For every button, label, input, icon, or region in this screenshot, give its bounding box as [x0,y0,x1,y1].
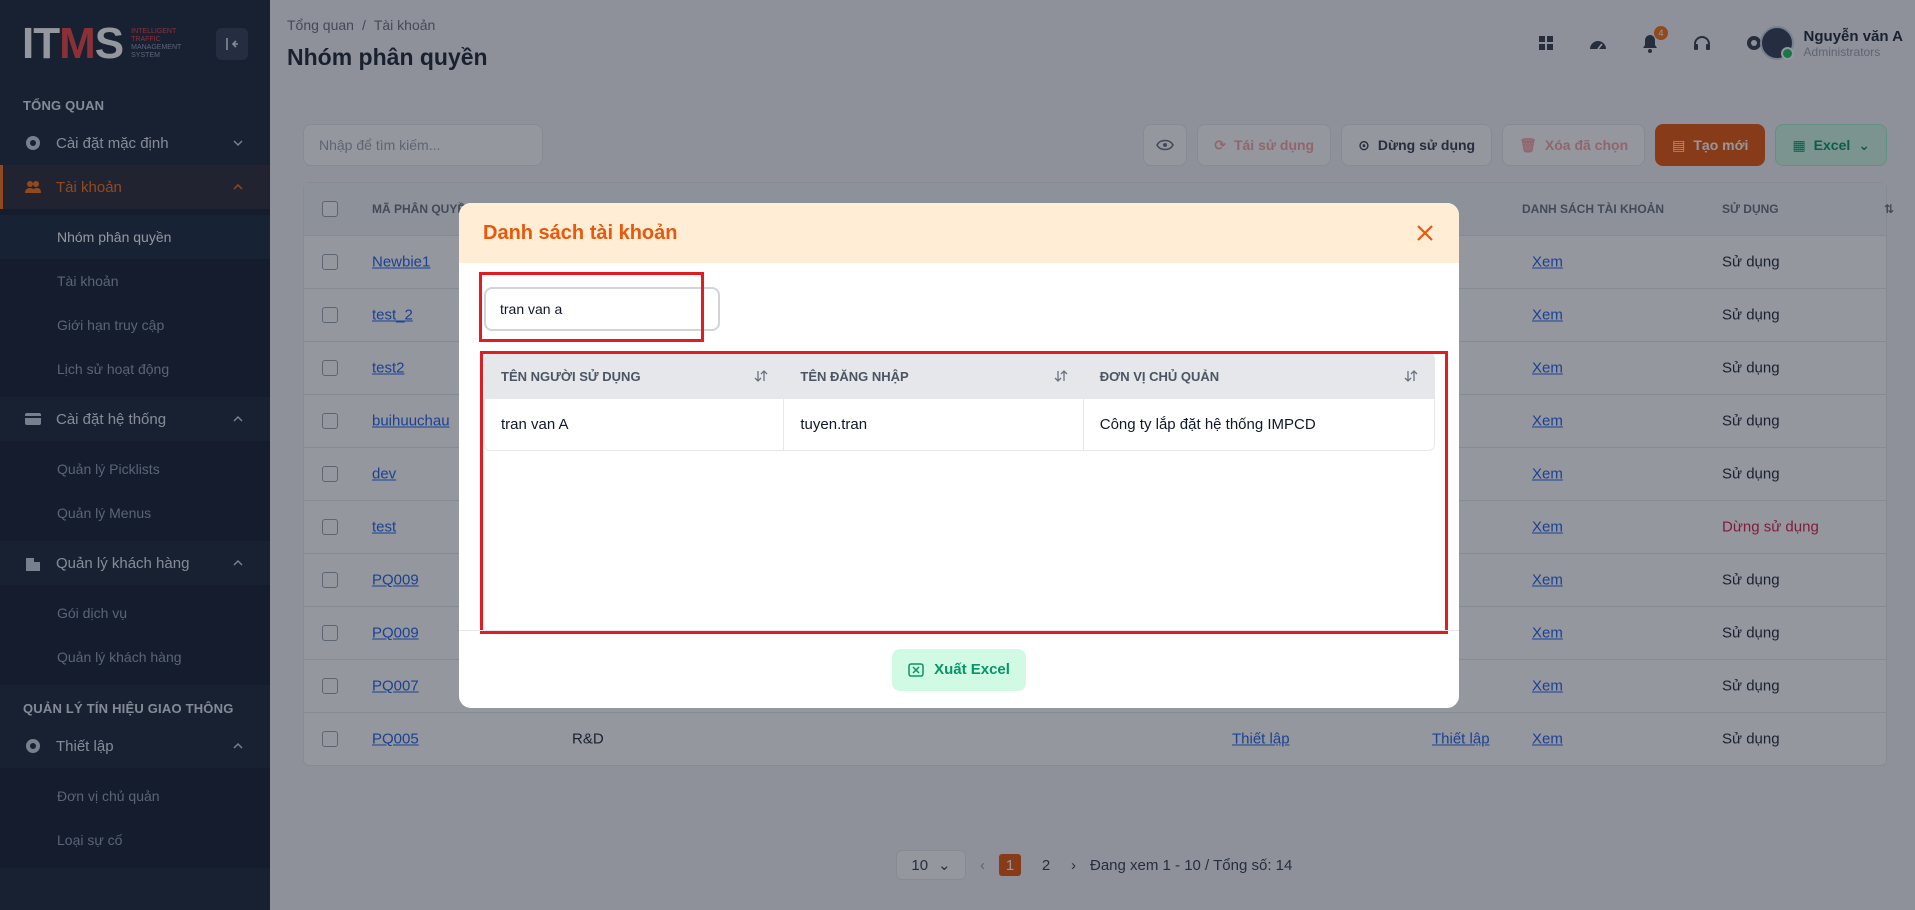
modal-header: Danh sách tài khoản [459,203,1459,263]
cell-full-name: tran van A [485,399,785,450]
column-header-unit[interactable]: ĐƠN VỊ CHỦ QUẢN [1084,354,1434,398]
export-excel-label: Xuất Excel [934,661,1010,678]
modal-accounts-table: TÊN NGƯỜI SỬ DỤNG TÊN ĐĂNG NHẬP ĐƠN VỊ C… [484,353,1435,451]
column-header-label: TÊN ĐĂNG NHẬP [800,368,909,384]
column-header-full-name[interactable]: TÊN NGƯỜI SỬ DỤNG [485,354,784,398]
table-row[interactable]: tran van A tuyen.tran Công ty lắp đặt hệ… [485,398,1434,450]
modal-table-header: TÊN NGƯỜI SỬ DỤNG TÊN ĐĂNG NHẬP ĐƠN VỊ C… [485,354,1434,398]
export-excel-button[interactable]: Xuất Excel [892,648,1026,691]
modal-footer: Xuất Excel [459,630,1459,708]
sort-icon[interactable] [1054,369,1068,383]
column-header-label: ĐƠN VỊ CHỦ QUẢN [1099,368,1220,384]
cell-unit: Công ty lắp đặt hệ thống IMPCD [1099,416,1316,433]
column-header-label: TÊN NGƯỜI SỬ DỤNG [501,368,641,384]
close-button[interactable] [1413,221,1437,245]
excel-icon [908,662,924,677]
sort-icon[interactable] [1404,369,1418,383]
accounts-modal: Danh sách tài khoản TÊN NGƯỜI SỬ DỤNG TÊ… [459,203,1459,708]
modal-title: Danh sách tài khoản [483,221,678,244]
cell-username: tuyen.tran [784,399,1084,450]
column-header-username[interactable]: TÊN ĐĂNG NHẬP [784,354,1083,398]
modal-search-input[interactable] [484,287,720,331]
sort-icon[interactable] [754,369,768,383]
close-icon [1417,225,1433,241]
